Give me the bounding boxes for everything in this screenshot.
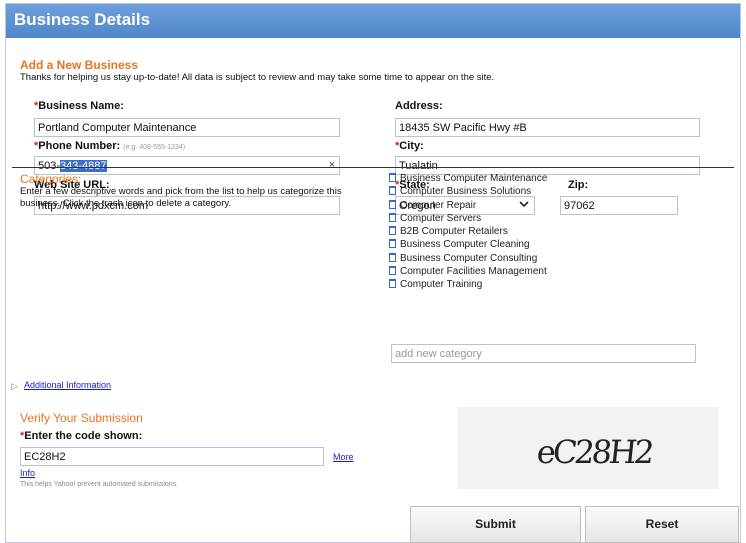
- captcha-value: EC28H2: [24, 451, 66, 463]
- list-item: Computer Training: [389, 278, 547, 291]
- add-category-placeholder: add new category: [395, 348, 482, 360]
- list-item: Computer Repair: [389, 199, 547, 212]
- category-label: Computer Facilities Management: [400, 266, 547, 278]
- reset-button[interactable]: Reset: [585, 506, 739, 543]
- phone-value-selected: 343-4887: [60, 160, 107, 172]
- add-business-panel: Add a New Business Thanks for helping us…: [12, 50, 734, 370]
- category-list: Business Computer Maintenance Computer B…: [389, 172, 547, 292]
- address-value: 18435 SW Pacific Hwy #B: [399, 122, 527, 134]
- trash-icon[interactable]: [389, 266, 396, 276]
- info-link[interactable]: Info: [20, 468, 35, 478]
- category-label: Computer Business Solutions: [400, 186, 532, 198]
- business-name-value: Portland Computer Maintenance: [38, 122, 197, 134]
- code-label-text: Enter the code shown:: [24, 430, 143, 442]
- verify-title: Verify Your Submission: [20, 411, 143, 425]
- trash-icon[interactable]: [389, 239, 396, 249]
- additional-information-link[interactable]: Additional Information: [24, 380, 111, 390]
- phone-label: *Phone Number: (e.g. 408-555-1234): [34, 140, 185, 152]
- more-link[interactable]: More: [333, 452, 354, 462]
- category-label: Computer Servers: [400, 212, 482, 224]
- list-item: Business Computer Consulting: [389, 252, 547, 265]
- city-label: *City:: [395, 140, 424, 152]
- intro-text: Thanks for helping us stay up-to-date! A…: [20, 72, 495, 83]
- phone-value-prefix: 503-: [38, 160, 61, 172]
- zip-label: Zip:: [568, 179, 589, 191]
- category-label: Business Computer Consulting: [400, 252, 538, 264]
- city-label-text: City:: [399, 140, 424, 152]
- trash-icon[interactable]: [389, 199, 396, 209]
- category-label: Computer Repair: [400, 199, 477, 211]
- code-label: *Enter the code shown:: [20, 430, 142, 442]
- trash-icon[interactable]: [389, 226, 396, 236]
- list-item: Computer Facilities Management: [389, 265, 547, 278]
- window-title: Business Details: [14, 10, 151, 29]
- expand-arrow-icon[interactable]: ▷: [11, 381, 18, 392]
- business-name-label: *Business Name:: [34, 100, 124, 112]
- business-name-field[interactable]: Portland Computer Maintenance: [34, 118, 340, 137]
- business-details-window: Business Details Add a New Business Than…: [5, 3, 741, 543]
- add-category-input[interactable]: add new category: [391, 344, 696, 363]
- trash-icon[interactable]: [389, 186, 396, 196]
- captcha-image: eC28H2: [457, 407, 719, 489]
- address-field[interactable]: 18435 SW Pacific Hwy #B: [395, 118, 700, 137]
- trash-icon[interactable]: [389, 212, 396, 222]
- captcha-input[interactable]: EC28H2: [20, 447, 324, 466]
- zip-field[interactable]: 97062: [560, 196, 678, 215]
- list-item: Computer Servers: [389, 212, 547, 225]
- trash-icon[interactable]: [389, 173, 396, 182]
- list-item: Business Computer Maintenance: [389, 172, 547, 185]
- business-name-label-text: Business Name:: [38, 100, 124, 112]
- trash-icon[interactable]: [389, 279, 396, 289]
- submit-button[interactable]: Submit: [410, 506, 581, 543]
- zip-value: 97062: [564, 200, 595, 212]
- category-label: Computer Training: [400, 279, 483, 291]
- address-label: Address:: [395, 100, 443, 112]
- title-bar: Business Details: [6, 4, 740, 38]
- section-title: Add a New Business: [20, 58, 139, 72]
- divider: [12, 167, 734, 168]
- category-label: B2B Computer Retailers: [400, 226, 508, 238]
- city-value: Tualatin: [399, 160, 438, 172]
- trash-icon[interactable]: [389, 252, 396, 262]
- captcha-text: eC28H2: [535, 433, 654, 471]
- phone-hint: (e.g. 408-555-1234): [123, 144, 186, 151]
- list-item: Computer Business Solutions: [389, 185, 547, 198]
- clear-icon[interactable]: ×: [329, 158, 335, 172]
- phone-label-text: Phone Number:: [38, 140, 121, 152]
- captcha-note: This helps Yahoo! prevent automated subm…: [20, 481, 179, 488]
- category-label: Business Computer Cleaning: [400, 239, 530, 251]
- categories-title: Categories:: [20, 172, 82, 186]
- categories-help: Enter a few descriptive words and pick f…: [20, 186, 342, 209]
- list-item: B2B Computer Retailers: [389, 225, 547, 238]
- list-item: Business Computer Cleaning: [389, 238, 547, 251]
- category-label: Business Computer Maintenance: [400, 173, 548, 184]
